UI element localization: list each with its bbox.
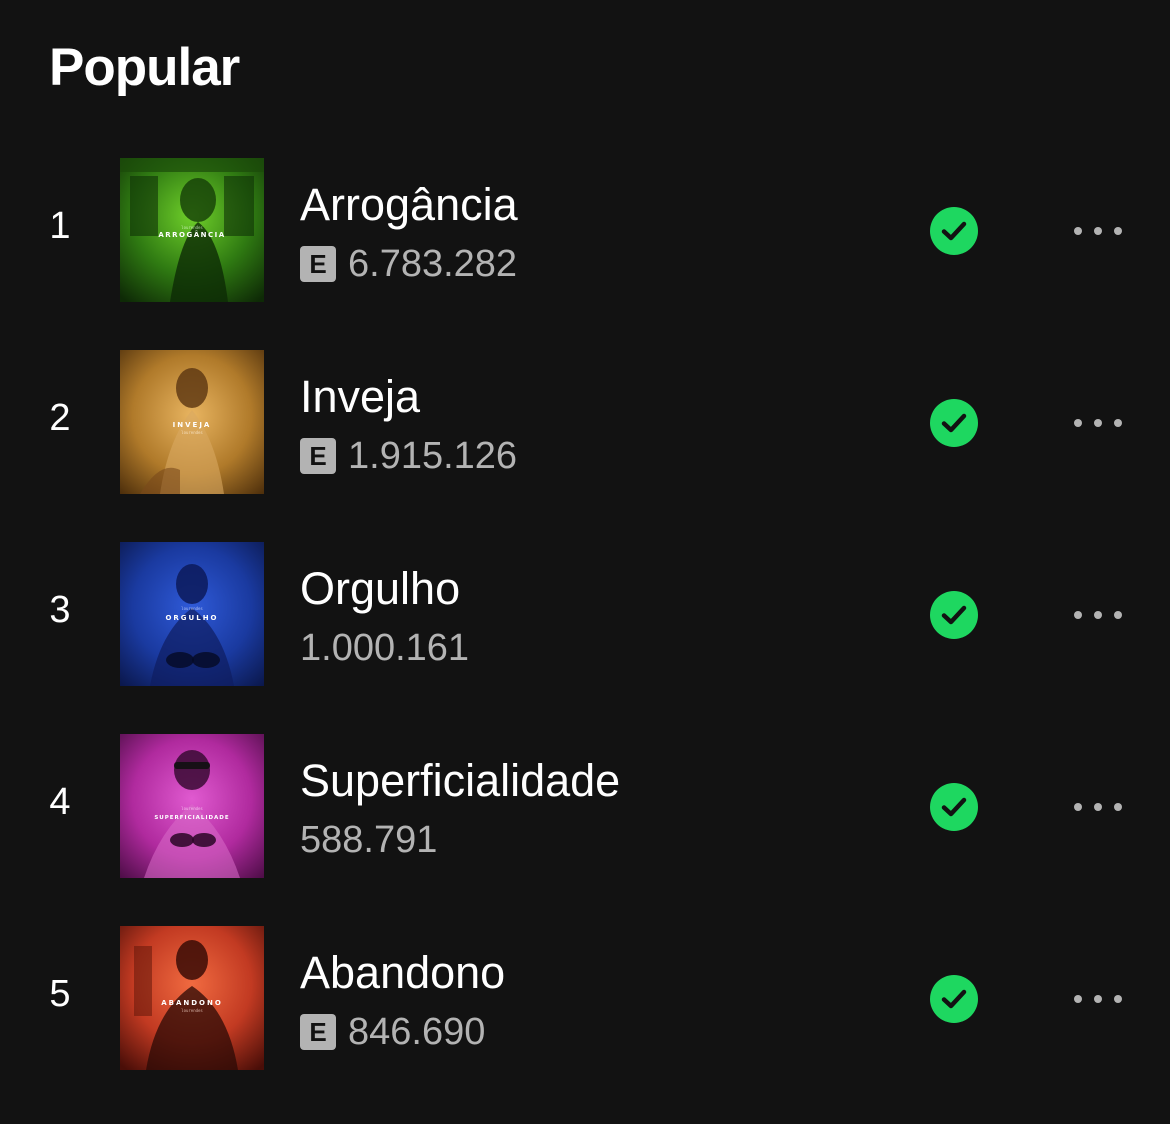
album-cover[interactable]: lourendes ARROGÂNCIA [120,158,264,302]
cover-title: ARROGÂNCIA [158,230,225,239]
track-title[interactable]: Orgulho [300,562,460,616]
track-number: 2 [49,397,71,439]
cover-artist: lourendes [181,430,203,435]
track-row[interactable]: 4 lourendes SUPERFICIALIDADE Superficial… [0,710,1170,902]
downloaded-check-icon[interactable] [930,591,978,639]
track-title[interactable]: Inveja [300,370,420,424]
track-number: 4 [49,781,71,823]
play-count: 1.915.126 [348,435,518,477]
downloaded-check-icon[interactable] [930,783,978,831]
cover-title: SUPERFICIALIDADE [154,815,229,821]
track-title[interactable]: Arrogância [300,178,518,232]
track-meta: 1.000.161 [300,626,469,670]
more-options-icon[interactable] [1066,595,1130,635]
more-options-icon[interactable] [1066,787,1130,827]
track-row[interactable]: 5 ABANDONO lourendes Abandono E 846.690 [0,902,1170,1094]
more-options-icon[interactable] [1066,979,1130,1019]
cover-title: INVEJA [173,421,212,429]
track-number: 1 [49,205,71,247]
cover-artist: lourendes [181,1008,203,1013]
track-title[interactable]: Superficialidade [300,754,620,808]
album-cover[interactable]: ABANDONO lourendes [120,926,264,1070]
play-count: 846.690 [348,1011,486,1053]
cover-artist: lourendes [181,806,203,811]
track-title[interactable]: Abandono [300,946,505,1000]
track-number: 5 [49,973,71,1015]
track-list: 1 lourendes ARROGÂNCIA Arrogância E 6.78… [0,134,1170,1094]
explicit-badge: E [300,438,336,474]
track-row[interactable]: 1 lourendes ARROGÂNCIA Arrogância E 6.78… [0,134,1170,326]
downloaded-check-icon[interactable] [930,399,978,447]
track-row[interactable]: 2 INVEJA lourendes Inveja E 1.915.126 [0,326,1170,518]
track-number: 3 [49,589,71,631]
section-title: Popular [49,38,240,97]
track-meta: 588.791 [300,818,437,862]
explicit-badge: E [300,246,336,282]
cover-artist: lourendes [181,606,203,611]
play-count: 1.000.161 [300,627,470,669]
cover-title: ORGULHO [165,614,218,622]
more-options-icon[interactable] [1066,403,1130,443]
play-count: 6.783.282 [348,243,518,285]
track-meta: E 6.783.282 [300,242,517,286]
downloaded-check-icon[interactable] [930,975,978,1023]
more-options-icon[interactable] [1066,211,1130,251]
play-count: 588.791 [300,819,438,861]
cover-artist: lourendes [181,225,203,230]
album-cover[interactable]: INVEJA lourendes [120,350,264,494]
track-row[interactable]: 3 lourendes ORGULHO Orgulho 1.000.161 [0,518,1170,710]
downloaded-check-icon[interactable] [930,207,978,255]
album-cover[interactable]: lourendes SUPERFICIALIDADE [120,734,264,878]
track-meta: E 846.690 [300,1010,485,1054]
explicit-badge: E [300,1014,336,1050]
album-cover[interactable]: lourendes ORGULHO [120,542,264,686]
track-meta: E 1.915.126 [300,434,517,478]
cover-title: ABANDONO [161,999,223,1007]
